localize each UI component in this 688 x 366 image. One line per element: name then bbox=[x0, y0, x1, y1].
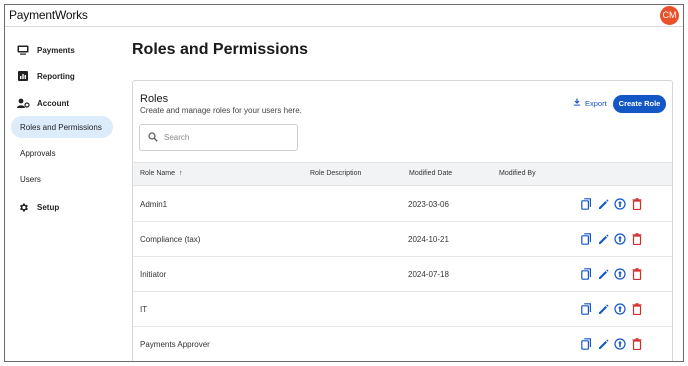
card-title: Roles bbox=[140, 93, 169, 105]
role-name-cell: Admin1 bbox=[140, 200, 168, 209]
table-header: Role Name ↑ Role Description Modified Da… bbox=[133, 162, 672, 186]
copy-icon[interactable] bbox=[580, 268, 592, 280]
table-row[interactable]: Initiator 2024-07-18 bbox=[133, 257, 672, 292]
copy-icon[interactable] bbox=[580, 233, 592, 245]
gear-icon bbox=[15, 202, 31, 213]
payments-icon bbox=[15, 45, 31, 55]
sidebar-item-label: Payments bbox=[37, 45, 75, 55]
delete-icon[interactable] bbox=[631, 338, 643, 350]
app-logo[interactable]: PaymentWorks bbox=[9, 8, 88, 22]
modified-date-cell: 2023-03-06 bbox=[408, 200, 449, 209]
role-name-cell: Initiator bbox=[140, 270, 167, 279]
edit-icon[interactable] bbox=[597, 198, 609, 210]
sidebar-item-label: Setup bbox=[37, 202, 60, 212]
table-row[interactable]: IT bbox=[133, 292, 672, 327]
sidebar-item-label: Reporting bbox=[37, 71, 75, 81]
sidebar-item-users[interactable]: Users bbox=[11, 168, 113, 190]
column-header-role-description: Role Description bbox=[310, 170, 362, 177]
sidebar-item-reporting[interactable]: Reporting bbox=[5, 65, 117, 87]
avatar[interactable]: CM bbox=[660, 6, 679, 25]
info-icon[interactable] bbox=[614, 198, 626, 210]
roles-card: Roles Create and manage roles for your u… bbox=[132, 80, 673, 361]
role-name-cell: Payments Approver bbox=[140, 340, 210, 349]
search-box[interactable] bbox=[139, 124, 298, 151]
delete-icon[interactable] bbox=[631, 233, 643, 245]
row-actions bbox=[580, 303, 643, 315]
column-header-modified-date: Modified Date bbox=[409, 170, 453, 177]
row-actions bbox=[580, 268, 643, 280]
info-icon[interactable] bbox=[614, 268, 626, 280]
edit-icon[interactable] bbox=[597, 268, 609, 280]
delete-icon[interactable] bbox=[631, 268, 643, 280]
create-role-button[interactable]: Create Role bbox=[613, 95, 666, 113]
sidebar-item-setup[interactable]: Setup bbox=[5, 196, 117, 218]
copy-icon[interactable] bbox=[580, 338, 592, 350]
sidebar-item-account[interactable]: Account bbox=[5, 92, 117, 114]
export-button[interactable]: Export bbox=[573, 98, 607, 108]
row-actions bbox=[580, 338, 643, 350]
modified-date-cell: 2024-10-21 bbox=[408, 235, 449, 244]
export-label: Export bbox=[585, 98, 607, 108]
info-icon[interactable] bbox=[614, 233, 626, 245]
column-header-label: Role Name bbox=[140, 170, 176, 177]
edit-icon[interactable] bbox=[597, 338, 609, 350]
sidebar-item-roles-and-permissions[interactable]: Roles and Permissions bbox=[11, 116, 113, 138]
account-icon bbox=[15, 98, 31, 108]
search-icon bbox=[148, 129, 164, 147]
edit-icon[interactable] bbox=[597, 303, 609, 315]
sidebar-item-approvals[interactable]: Approvals bbox=[11, 142, 113, 164]
search-input[interactable] bbox=[164, 133, 284, 142]
sidebar-item-payments[interactable]: Payments bbox=[5, 39, 117, 61]
column-header-modified-by: Modified By bbox=[499, 170, 536, 177]
sidebar: Payments Reporting Account Roles and Per… bbox=[5, 28, 117, 361]
modified-date-cell: 2024-07-18 bbox=[408, 270, 449, 279]
info-icon[interactable] bbox=[614, 338, 626, 350]
card-subtitle: Create and manage roles for your users h… bbox=[140, 106, 302, 115]
row-actions bbox=[580, 198, 643, 210]
row-actions bbox=[580, 233, 643, 245]
table-row[interactable]: Admin1 2023-03-06 bbox=[133, 187, 672, 222]
delete-icon[interactable] bbox=[631, 303, 643, 315]
sort-ascending-icon: ↑ bbox=[178, 170, 183, 177]
top-bar: PaymentWorks CM bbox=[5, 5, 683, 27]
info-icon[interactable] bbox=[614, 303, 626, 315]
table-row[interactable]: Compliance (tax) 2024-10-21 bbox=[133, 222, 672, 257]
delete-icon[interactable] bbox=[631, 198, 643, 210]
sidebar-item-label: Account bbox=[37, 98, 69, 108]
column-header-role-name[interactable]: Role Name ↑ bbox=[140, 170, 182, 177]
copy-icon[interactable] bbox=[580, 303, 592, 315]
role-name-cell: IT bbox=[140, 305, 148, 314]
reporting-icon bbox=[15, 71, 31, 81]
table-row[interactable]: Payments Approver bbox=[133, 327, 672, 361]
copy-icon[interactable] bbox=[580, 198, 592, 210]
app-window: PaymentWorks CM Payments Reporting Accou… bbox=[4, 4, 684, 362]
page-title: Roles and Permissions bbox=[132, 41, 309, 58]
role-name-cell: Compliance (tax) bbox=[140, 235, 201, 244]
download-icon bbox=[573, 98, 585, 108]
edit-icon[interactable] bbox=[597, 233, 609, 245]
